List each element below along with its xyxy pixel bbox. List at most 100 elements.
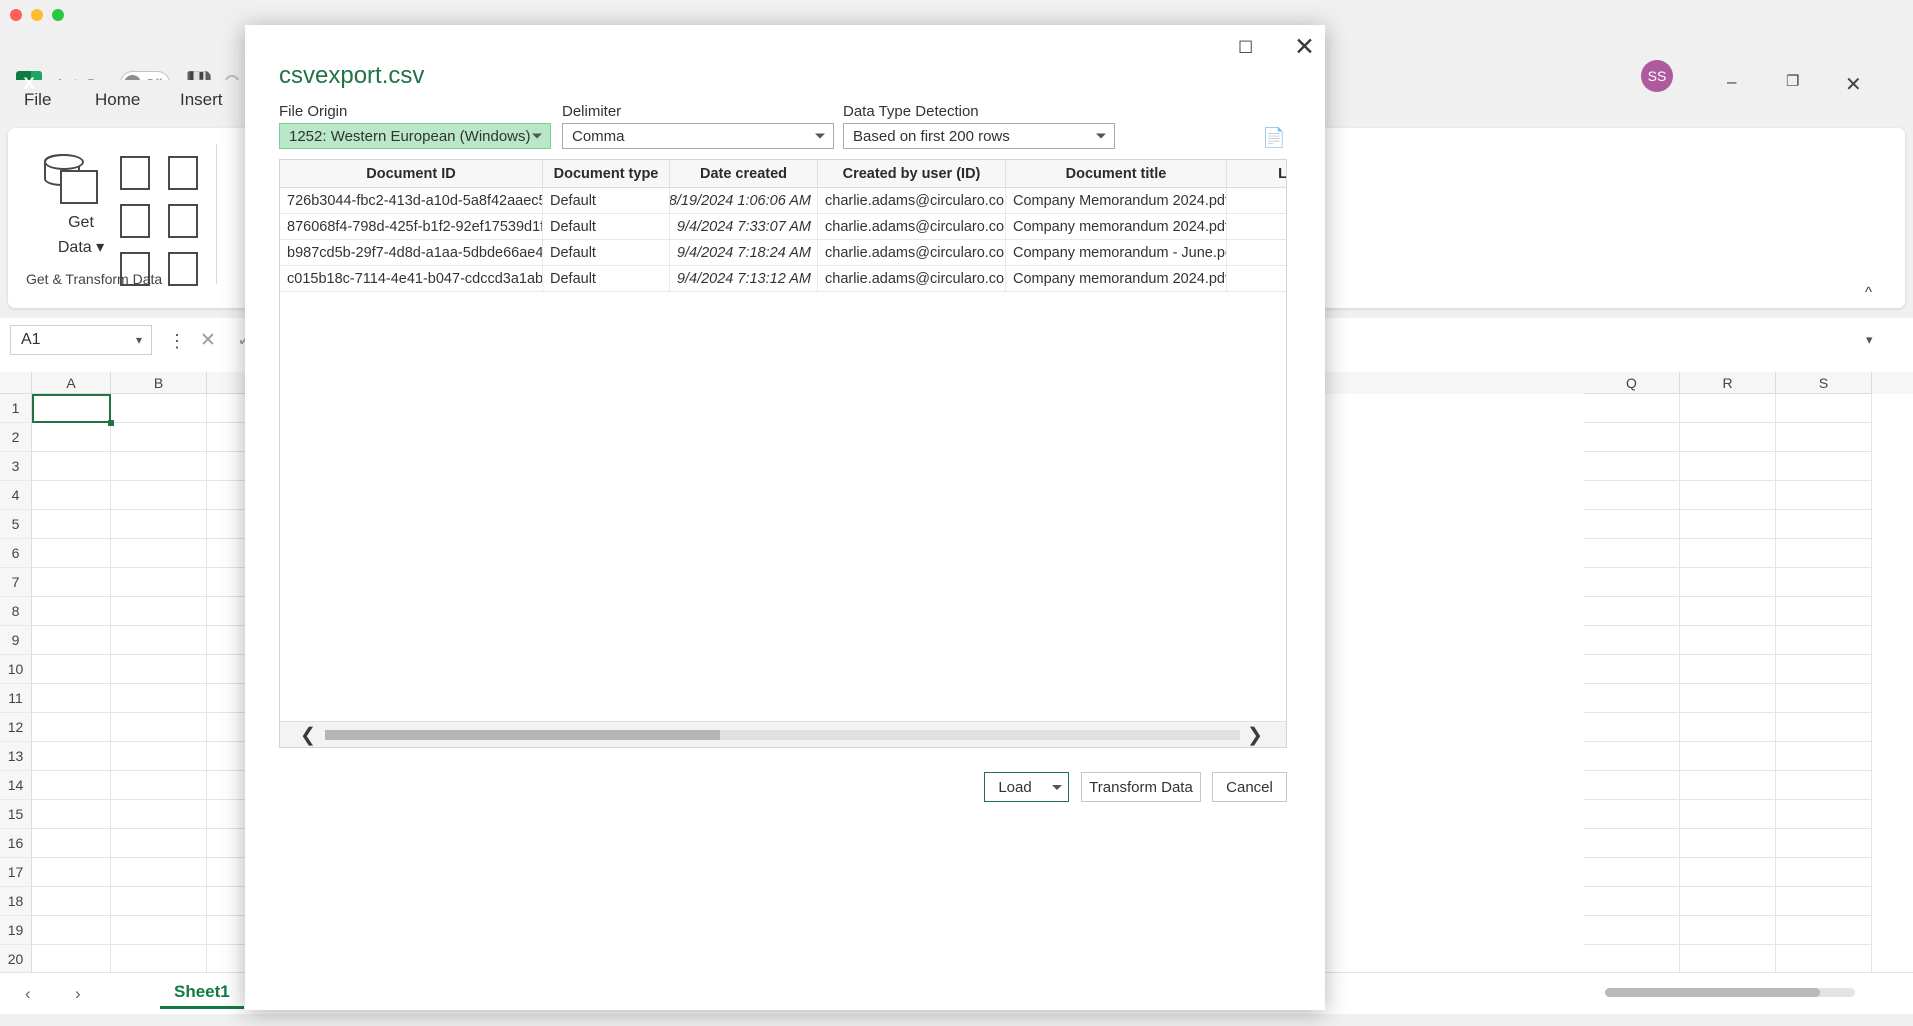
cancel-entry-icon[interactable]: ✕: [200, 329, 216, 352]
grid-cell[interactable]: [1584, 452, 1680, 481]
grid-cell[interactable]: [32, 800, 111, 829]
delimiter-select[interactable]: Comma: [562, 123, 834, 149]
dialog-restore-button[interactable]: ☐: [1238, 38, 1253, 58]
expand-formula-bar-icon[interactable]: ▾: [1866, 332, 1873, 348]
grid-cell[interactable]: [1680, 510, 1776, 539]
grid-cell[interactable]: [1680, 916, 1776, 945]
grid-cell[interactable]: [1680, 394, 1776, 423]
grid-cell[interactable]: [32, 423, 111, 452]
grid-cell[interactable]: [111, 916, 207, 945]
grid-cell[interactable]: [32, 452, 111, 481]
grid-cell[interactable]: [1680, 684, 1776, 713]
grid-cell[interactable]: [1584, 742, 1680, 771]
grid-cell[interactable]: [32, 684, 111, 713]
grid-cell[interactable]: [32, 945, 111, 972]
row-header-15[interactable]: 15: [0, 800, 32, 829]
grid-cell[interactable]: [1584, 887, 1680, 916]
row-header-13[interactable]: 13: [0, 742, 32, 771]
grid-cell[interactable]: [1584, 829, 1680, 858]
grid-cell[interactable]: [32, 510, 111, 539]
grid-cell[interactable]: [1680, 655, 1776, 684]
grid-cell[interactable]: [111, 481, 207, 510]
grid-cell[interactable]: [1776, 829, 1872, 858]
grid-cell[interactable]: [32, 568, 111, 597]
grid-cell[interactable]: [1776, 800, 1872, 829]
row-header-4[interactable]: 4: [0, 481, 32, 510]
grid-cell[interactable]: [1584, 713, 1680, 742]
grid-cell[interactable]: [111, 655, 207, 684]
preview-column-header[interactable]: Last m: [1227, 160, 1287, 187]
grid-cell[interactable]: [32, 742, 111, 771]
name-box[interactable]: A1 ▾: [10, 325, 152, 355]
preview-horizontal-scrollbar[interactable]: ❮ ❯: [280, 721, 1286, 747]
grid-cell[interactable]: [1680, 626, 1776, 655]
column-header-S[interactable]: S: [1776, 372, 1872, 394]
grid-cell[interactable]: [1776, 945, 1872, 972]
grid-cell[interactable]: [1680, 713, 1776, 742]
preview-table-row[interactable]: c015b18c-7114-4e41-b047-cdccd3a1ab7fDefa…: [280, 266, 1287, 292]
row-header-1[interactable]: 1: [0, 394, 32, 423]
grid-cell[interactable]: [32, 771, 111, 800]
grid-cell[interactable]: [1776, 539, 1872, 568]
grid-cell[interactable]: [32, 887, 111, 916]
row-header-17[interactable]: 17: [0, 858, 32, 887]
preview-column-header[interactable]: Date created: [670, 160, 818, 187]
data-type-detection-select[interactable]: Based on first 200 rows: [843, 123, 1115, 149]
row-header-11[interactable]: 11: [0, 684, 32, 713]
row-header-10[interactable]: 10: [0, 655, 32, 684]
transform-data-button[interactable]: Transform Data: [1081, 772, 1201, 802]
grid-cell[interactable]: [1584, 771, 1680, 800]
preview-table-row[interactable]: 876068f4-798d-425f-b1f2-92ef17539d1fDefa…: [280, 214, 1287, 240]
grid-cell[interactable]: [111, 887, 207, 916]
row-header-6[interactable]: 6: [0, 539, 32, 568]
from-table-range-icon[interactable]: [168, 156, 198, 190]
grid-cell[interactable]: [32, 481, 111, 510]
column-header-A[interactable]: A: [32, 372, 111, 394]
grid-cell[interactable]: [1776, 887, 1872, 916]
grid-cell[interactable]: [1680, 481, 1776, 510]
grid-cell[interactable]: [1584, 655, 1680, 684]
grid-cell[interactable]: [1776, 394, 1872, 423]
grid-cell[interactable]: [1584, 800, 1680, 829]
select-all-corner[interactable]: [0, 372, 32, 394]
sheet-tab-sheet1[interactable]: Sheet1: [160, 978, 244, 1009]
grid-cell[interactable]: [1680, 742, 1776, 771]
column-header-R[interactable]: R: [1680, 372, 1776, 394]
grid-cell[interactable]: [1584, 539, 1680, 568]
grid-cell[interactable]: [32, 626, 111, 655]
preview-scroll-thumb[interactable]: [325, 730, 720, 740]
grid-cell[interactable]: [1776, 655, 1872, 684]
row-header-8[interactable]: 8: [0, 597, 32, 626]
grid-cell[interactable]: [111, 394, 207, 423]
grid-cell[interactable]: [1584, 423, 1680, 452]
grid-cell[interactable]: [111, 423, 207, 452]
grid-cell[interactable]: [111, 597, 207, 626]
grid-cell[interactable]: [111, 626, 207, 655]
grid-cell[interactable]: [111, 713, 207, 742]
row-header-19[interactable]: 19: [0, 916, 32, 945]
row-header-5[interactable]: 5: [0, 510, 32, 539]
grid-cell[interactable]: [1584, 394, 1680, 423]
tab-insert[interactable]: Insert: [180, 90, 223, 110]
row-header-2[interactable]: 2: [0, 423, 32, 452]
grid-cell[interactable]: [32, 597, 111, 626]
row-header-14[interactable]: 14: [0, 771, 32, 800]
preview-column-header[interactable]: Document title: [1006, 160, 1227, 187]
csv-preview-table[interactable]: Document IDDocument typeDate createdCrea…: [279, 159, 1287, 748]
load-dropdown-button[interactable]: [1045, 772, 1069, 802]
mac-minimize-button[interactable]: [31, 9, 43, 21]
refresh-preview-icon[interactable]: 📄: [1262, 126, 1286, 150]
row-header-20[interactable]: 20: [0, 945, 32, 972]
grid-cell[interactable]: [1584, 626, 1680, 655]
grid-cell[interactable]: [1680, 539, 1776, 568]
grid-cell[interactable]: [1776, 510, 1872, 539]
column-header-B[interactable]: B: [111, 372, 207, 394]
grid-cell[interactable]: [1584, 597, 1680, 626]
grid-cell[interactable]: [1680, 771, 1776, 800]
preview-scroll-track[interactable]: [325, 730, 1240, 740]
row-header-3[interactable]: 3: [0, 452, 32, 481]
window-close-button[interactable]: ✕: [1845, 72, 1862, 97]
grid-cell[interactable]: [111, 829, 207, 858]
grid-cell[interactable]: [1584, 510, 1680, 539]
mac-maximize-button[interactable]: [52, 9, 64, 21]
